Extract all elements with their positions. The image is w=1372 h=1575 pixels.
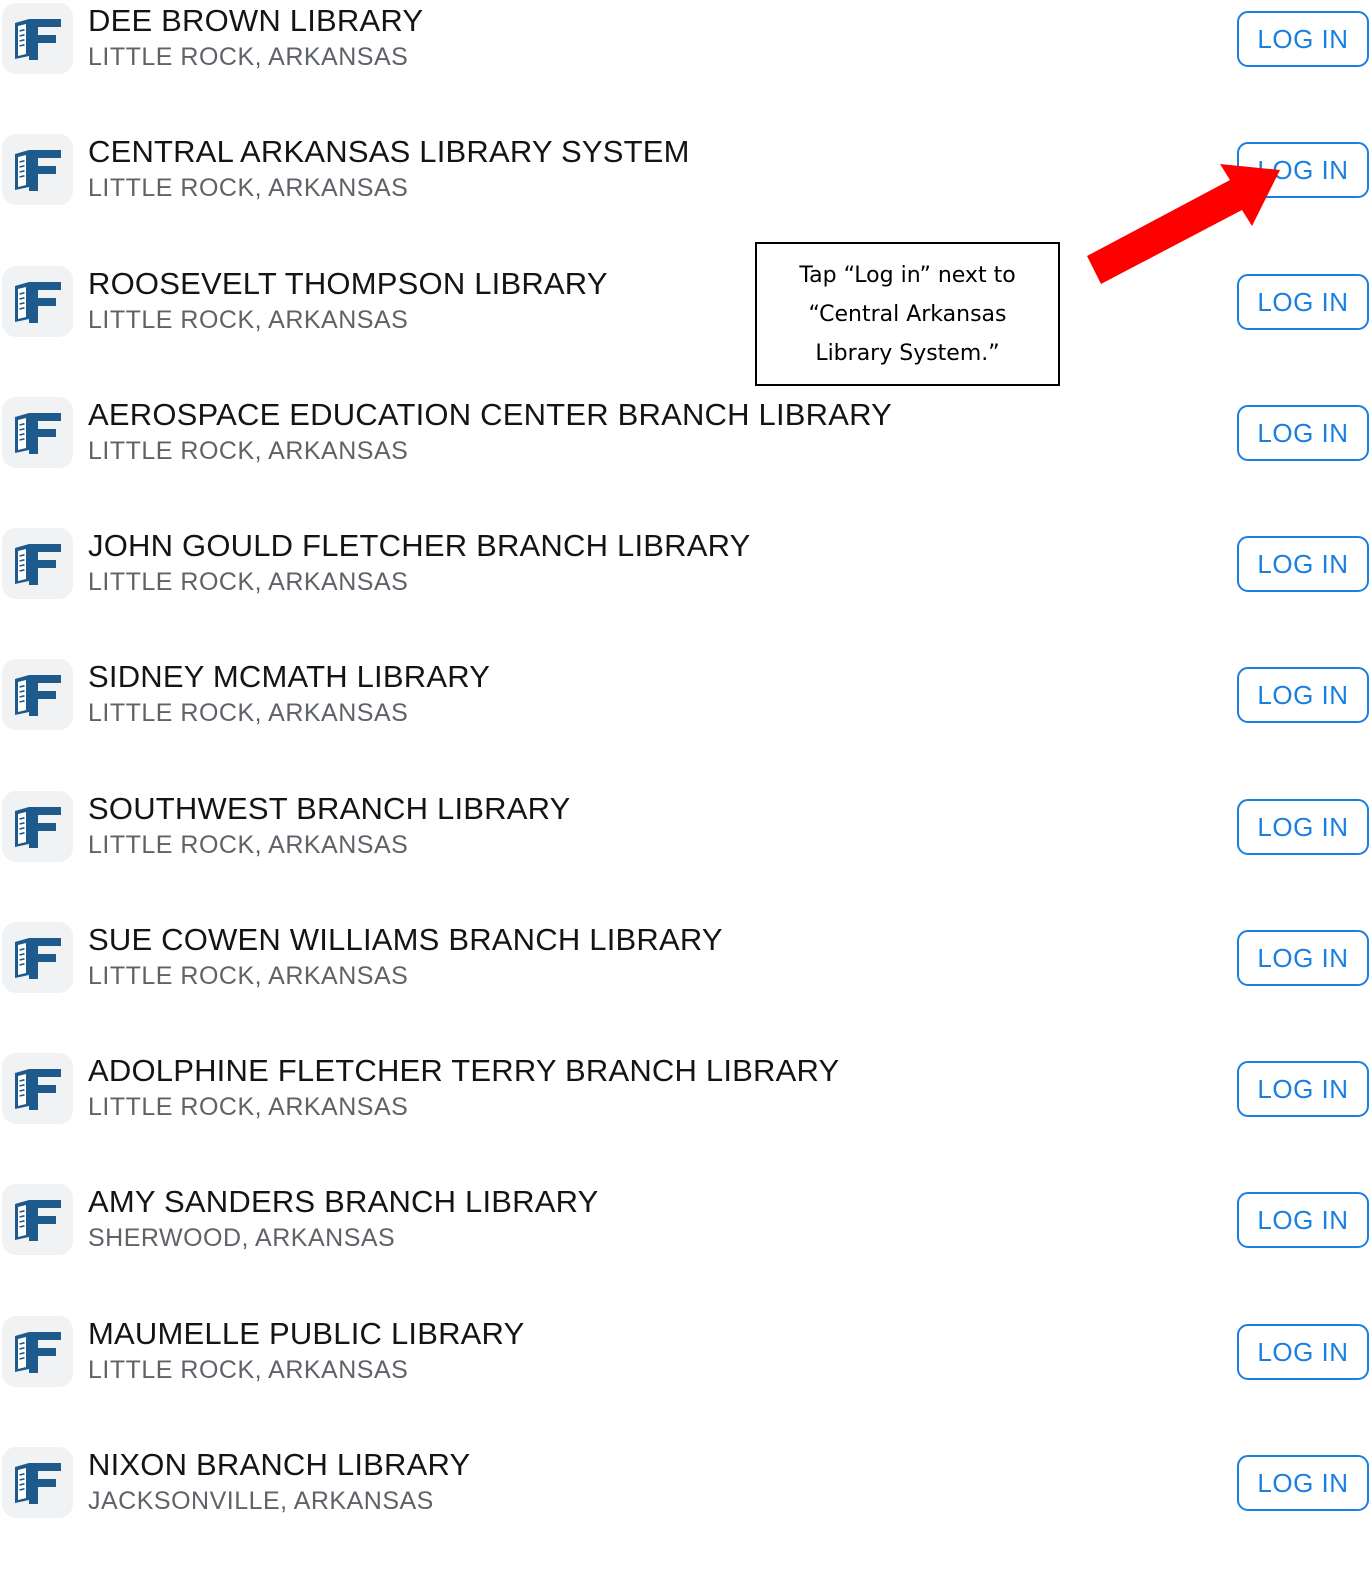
library-app-icon xyxy=(2,1316,73,1387)
log-in-button[interactable]: LOG IN xyxy=(1237,1061,1369,1117)
book-f-logo-icon xyxy=(14,937,61,979)
library-name: AMY SANDERS BRANCH LIBRARY xyxy=(88,1184,599,1219)
library-app-icon xyxy=(2,1447,73,1518)
library-location: LITTLE ROCK, ARKANSAS xyxy=(88,437,409,465)
book-f-logo-icon xyxy=(14,149,61,191)
library-location: LITTLE ROCK, ARKANSAS xyxy=(88,174,409,202)
library-name: CENTRAL ARKANSAS LIBRARY SYSTEM xyxy=(88,134,690,169)
library-location: LITTLE ROCK, ARKANSAS xyxy=(88,568,409,596)
library-row: MAUMELLE PUBLIC LIBRARY LITTLE ROCK, ARKA… xyxy=(0,1313,1372,1444)
book-f-logo-icon xyxy=(14,1331,61,1373)
library-location: LITTLE ROCK, ARKANSAS xyxy=(88,1093,409,1121)
instruction-text: Tap “Log in” next to “Central Arkansas L… xyxy=(799,262,1016,366)
log-in-button[interactable]: LOG IN xyxy=(1237,667,1369,723)
library-name: ADOLPHINE FLETCHER TERRY BRANCH LIBRARY xyxy=(88,1053,840,1088)
library-location: SHERWOOD, ARKANSAS xyxy=(88,1224,396,1252)
library-name: DEE BROWN LIBRARY xyxy=(88,3,424,38)
log-in-button[interactable]: LOG IN xyxy=(1237,536,1369,592)
library-row: ADOLPHINE FLETCHER TERRY BRANCH LIBRARY L… xyxy=(0,1050,1372,1181)
library-name: NIXON BRANCH LIBRARY xyxy=(88,1447,471,1482)
library-app-icon xyxy=(2,791,73,862)
library-app-icon xyxy=(2,397,73,468)
log-in-button[interactable]: LOG IN xyxy=(1237,405,1369,461)
log-in-button[interactable]: LOG IN xyxy=(1237,1324,1369,1380)
library-name: SIDNEY MCMATH LIBRARY xyxy=(88,659,491,694)
book-f-logo-icon xyxy=(14,18,61,60)
library-row: AEROSPACE EDUCATION CENTER BRANCH LIBRAR… xyxy=(0,394,1372,525)
library-row: NIXON BRANCH LIBRARY JACKSONVILLE, ARKANS… xyxy=(0,1444,1372,1575)
library-name: SUE COWEN WILLIAMS BRANCH LIBRARY xyxy=(88,922,723,957)
library-row: SUE COWEN WILLIAMS BRANCH LIBRARY LITTLE … xyxy=(0,919,1372,1050)
red-pointer-arrow-icon xyxy=(1087,164,1280,284)
library-location: LITTLE ROCK, ARKANSAS xyxy=(88,1356,409,1384)
library-app-icon xyxy=(2,1184,73,1255)
library-name: AEROSPACE EDUCATION CENTER BRANCH LIBRAR… xyxy=(88,397,893,432)
library-app-icon xyxy=(2,1053,73,1124)
library-location: LITTLE ROCK, ARKANSAS xyxy=(88,699,409,727)
library-app-icon xyxy=(2,3,73,74)
library-row: AMY SANDERS BRANCH LIBRARY SHERWOOD, ARKA… xyxy=(0,1181,1372,1312)
library-app-icon xyxy=(2,528,73,599)
library-name: SOUTHWEST BRANCH LIBRARY xyxy=(88,791,571,826)
book-f-logo-icon xyxy=(14,412,61,454)
log-in-button[interactable]: LOG IN xyxy=(1237,1455,1369,1511)
log-in-button[interactable]: LOG IN xyxy=(1237,11,1369,67)
library-location: LITTLE ROCK, ARKANSAS xyxy=(88,43,409,71)
library-name: JOHN GOULD FLETCHER BRANCH LIBRARY xyxy=(88,528,751,563)
library-app-icon xyxy=(2,134,73,205)
book-f-logo-icon xyxy=(14,543,61,585)
book-f-logo-icon xyxy=(14,1462,61,1504)
library-name: ROOSEVELT THOMPSON LIBRARY xyxy=(88,266,608,301)
library-app-icon xyxy=(2,922,73,993)
library-app-icon xyxy=(2,266,73,337)
library-row: SOUTHWEST BRANCH LIBRARY LITTLE ROCK, ARK… xyxy=(0,788,1372,919)
log-in-button[interactable]: LOG IN xyxy=(1237,1192,1369,1248)
library-location: LITTLE ROCK, ARKANSAS xyxy=(88,962,409,990)
book-f-logo-icon xyxy=(14,1199,61,1241)
library-location: LITTLE ROCK, ARKANSAS xyxy=(88,831,409,859)
log-in-button[interactable]: LOG IN xyxy=(1237,799,1369,855)
log-in-button[interactable]: LOG IN xyxy=(1237,930,1369,986)
library-row: SIDNEY MCMATH LIBRARY LITTLE ROCK, ARKANS… xyxy=(0,656,1372,787)
book-f-logo-icon xyxy=(14,281,61,323)
book-f-logo-icon xyxy=(14,674,61,716)
library-row: DEE BROWN LIBRARY LITTLE ROCK, ARKANSAS LO… xyxy=(0,0,1372,131)
book-f-logo-icon xyxy=(14,1068,61,1110)
library-app-icon xyxy=(2,659,73,730)
library-name: MAUMELLE PUBLIC LIBRARY xyxy=(88,1316,525,1351)
instruction-callout: Tap “Log in” next to “Central Arkansas L… xyxy=(755,242,1060,386)
library-row: JOHN GOULD FLETCHER BRANCH LIBRARY LITTLE… xyxy=(0,525,1372,656)
library-location: JACKSONVILLE, ARKANSAS xyxy=(88,1487,434,1515)
library-location: LITTLE ROCK, ARKANSAS xyxy=(88,306,409,334)
book-f-logo-icon xyxy=(14,806,61,848)
